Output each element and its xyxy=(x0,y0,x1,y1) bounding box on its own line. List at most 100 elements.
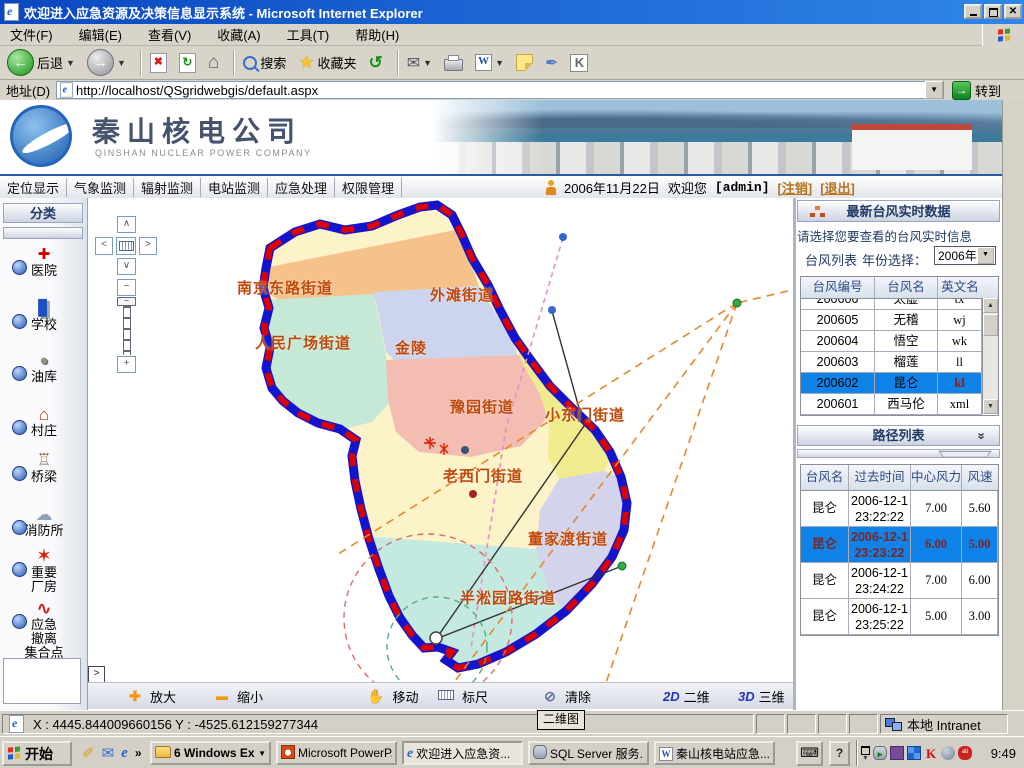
sphere-bullet-icon[interactable] xyxy=(12,314,27,329)
refresh-button[interactable]: ↻ xyxy=(176,48,199,78)
forward-button[interactable]: →▼ xyxy=(84,48,129,78)
map-tool-button[interactable]: 2D 二维 xyxy=(645,686,710,706)
tray-grid-icon[interactable] xyxy=(907,746,921,760)
sphere-bullet-icon[interactable] xyxy=(12,420,27,435)
sidebar-item[interactable]: 油库 xyxy=(0,352,88,384)
map-tool-button[interactable]: 移动 xyxy=(367,686,418,706)
exit-link[interactable]: [退出] xyxy=(820,178,855,197)
mail-button[interactable]: ✉▼ xyxy=(404,48,435,78)
map-tool-button[interactable]: 清除 xyxy=(543,686,591,706)
scrollbar-thumb[interactable] xyxy=(983,314,998,336)
sidebar-item[interactable]: 应急 撤离 集合点 xyxy=(0,600,88,660)
sidebar-item[interactable]: 医院 xyxy=(0,246,88,278)
pan-center-button[interactable] xyxy=(116,237,136,255)
map-area[interactable]: ∧ < > ∨ − − + > 南京东路街道外滩街道人民广场街道金陵豫园街道小东… xyxy=(88,198,793,682)
quicklaunch-ie-icon[interactable]: e xyxy=(121,745,128,762)
typhoon-row[interactable]: 200604 悟空 wk xyxy=(801,331,982,352)
favorites-button[interactable]: ★收藏夹 xyxy=(295,48,359,78)
help-button[interactable]: ? xyxy=(829,741,850,766)
nav-tab[interactable]: 定位显示 xyxy=(0,178,67,197)
map-tool-button[interactable]: 3D 三维 xyxy=(720,686,785,706)
nav-tab[interactable]: 应急处理 xyxy=(268,178,335,197)
edit-word-button[interactable]: W▼ xyxy=(472,48,507,78)
nav-tab[interactable]: 辐射监测 xyxy=(134,178,201,197)
typhoon-row[interactable]: 200606 太虚 tx xyxy=(801,299,982,310)
map-tool-button[interactable]: 缩小 xyxy=(215,686,263,706)
menu-item[interactable]: 文件(F) xyxy=(10,25,53,44)
messenger-note-button[interactable] xyxy=(513,48,536,78)
path-list-bar[interactable]: 路径列表 » xyxy=(797,425,1000,446)
task-group-dropdown-icon[interactable]: ▼ xyxy=(258,749,266,758)
zoom-in-button[interactable]: + xyxy=(117,356,136,373)
search-button[interactable]: 搜索 xyxy=(240,48,289,78)
menu-item[interactable]: 工具(T) xyxy=(287,25,330,44)
restore-button[interactable] xyxy=(984,4,1002,19)
map-tool-button[interactable]: 标尺 xyxy=(438,686,488,706)
task-button[interactable]: Microsoft PowerP... ▼ xyxy=(276,741,397,765)
kaspersky-button[interactable]: K xyxy=(567,48,591,78)
quicklaunch-overflow-icon[interactable]: » xyxy=(135,746,142,761)
sphere-bullet-icon[interactable] xyxy=(12,614,27,629)
tray-app-icon[interactable] xyxy=(890,746,904,760)
tray-sqlserver-icon[interactable]: ▸ xyxy=(873,746,887,760)
path-row[interactable]: 昆仑 2006-12-123:25:22 5.00 3.00 xyxy=(801,599,998,635)
edit-dropdown-icon[interactable]: ▼ xyxy=(495,58,504,68)
quicklaunch-pen-icon[interactable]: ✐ xyxy=(82,746,95,761)
nav-tab[interactable]: 气象监测 xyxy=(67,178,134,197)
address-input[interactable]: http://localhost/QSgridwebgis/default.as… xyxy=(56,81,944,99)
menu-item[interactable]: 帮助(H) xyxy=(355,25,399,44)
address-url[interactable]: http://localhost/QSgridwebgis/default.as… xyxy=(76,83,318,98)
typhoon-row[interactable]: 200602 昆仑 kl xyxy=(801,373,982,394)
sidebar-collapse-button[interactable]: > xyxy=(88,666,105,682)
year-dropdown-icon[interactable]: ▼ xyxy=(977,247,994,264)
path-row[interactable]: 昆仑 2006-12-123:24:22 7.00 6.00 xyxy=(801,563,998,599)
back-button[interactable]: ←后退▼ xyxy=(4,48,78,78)
nav-tab[interactable]: 权限管理 xyxy=(335,178,402,197)
go-icon[interactable]: → xyxy=(952,81,971,100)
year-select-value[interactable]: 2006年 xyxy=(935,247,977,264)
tray-volume-icon[interactable] xyxy=(941,746,955,760)
back-dropdown-icon[interactable]: ▼ xyxy=(66,58,75,68)
quicklaunch-mail-icon[interactable]: ✉ xyxy=(102,746,115,761)
task-button[interactable]: 6 Windows Expl... ▼ xyxy=(150,741,271,765)
path-row[interactable]: 昆仑 2006-12-123:22:22 7.00 5.60 xyxy=(801,491,998,527)
scroll-down-icon[interactable]: ▼ xyxy=(983,399,998,414)
panel-splitter[interactable] xyxy=(797,449,1000,458)
sphere-bullet-icon[interactable] xyxy=(12,260,27,275)
pan-up-button[interactable]: ∧ xyxy=(117,216,136,233)
address-dropdown-icon[interactable]: ▼ xyxy=(925,81,943,99)
sphere-bullet-icon[interactable] xyxy=(12,562,27,577)
map-tool-button[interactable]: 放大 xyxy=(128,686,176,706)
menu-item[interactable]: 收藏(A) xyxy=(217,25,260,44)
hide-icons-chevron[interactable]: ▼ xyxy=(861,744,870,762)
scroll-up-icon[interactable]: ▲ xyxy=(983,298,998,313)
mail-dropdown-icon[interactable]: ▼ xyxy=(423,58,432,68)
pan-down-button[interactable]: ∨ xyxy=(117,258,136,275)
sphere-bullet-icon[interactable] xyxy=(12,520,27,535)
typhoon-row[interactable]: 200605 无稽 wj xyxy=(801,310,982,331)
menu-item[interactable]: 编辑(E) xyxy=(79,25,122,44)
path-row[interactable]: 昆仑 2006-12-123:23:22 6.00 5.00 xyxy=(801,527,998,563)
pan-left-button[interactable]: < xyxy=(95,237,113,255)
task-button[interactable]: 欢迎进入应急资... ▼ xyxy=(402,741,523,765)
messenger-button[interactable]: ✒ xyxy=(542,48,561,78)
input-method-button[interactable]: ⌨ xyxy=(796,741,823,766)
start-button[interactable]: 开始 xyxy=(2,741,72,766)
sidebar-item[interactable]: 村庄 xyxy=(0,406,88,438)
logout-link[interactable]: [注销] xyxy=(778,178,813,197)
task-button[interactable]: SQL Server 服务... ▼ xyxy=(528,741,649,765)
pan-right-button[interactable]: > xyxy=(139,237,157,255)
sidebar-item[interactable]: 桥梁 xyxy=(0,452,88,484)
zoom-slider-handle[interactable]: − xyxy=(117,297,136,306)
forward-dropdown-icon[interactable]: ▼ xyxy=(117,58,126,68)
tray-kaspersky-icon[interactable]: K xyxy=(924,746,938,760)
typhoon-row[interactable]: 200603 榴莲 ll xyxy=(801,352,982,373)
nav-tab[interactable]: 电站监测 xyxy=(201,178,268,197)
task-button[interactable]: 秦山核电站应急... ▼ xyxy=(654,741,775,765)
tray-ati-icon[interactable]: ati xyxy=(958,746,972,760)
sidebar-item[interactable]: 重要 厂房 xyxy=(0,548,88,594)
typhoon-row[interactable]: 200601 西马伦 xml xyxy=(801,394,982,415)
table-scrollbar[interactable]: ▲ ▼ xyxy=(982,298,998,414)
sphere-bullet-icon[interactable] xyxy=(12,366,27,381)
minimize-button[interactable] xyxy=(964,4,982,19)
